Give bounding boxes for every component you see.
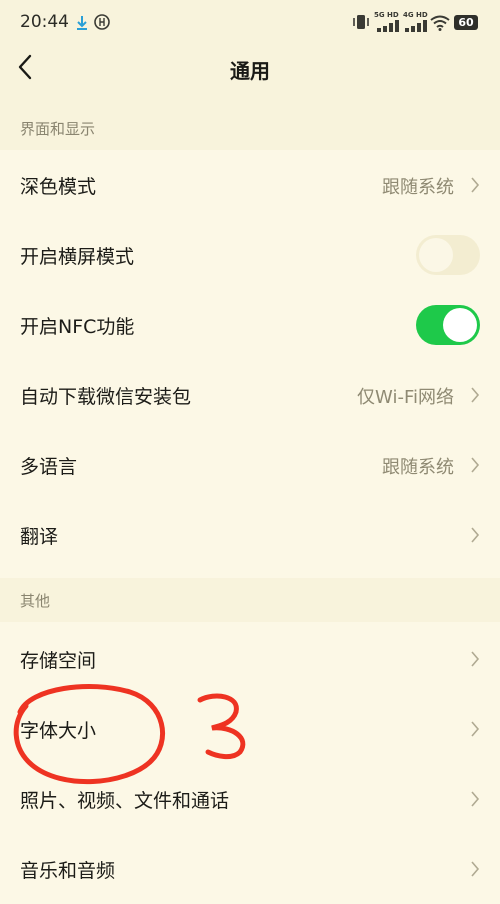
hd-circle-icon — [94, 14, 110, 30]
status-bar: 20:44 5G HD 4G HD 60 — [0, 0, 500, 46]
landscape-mode-row: 开启横屏模式 — [0, 220, 500, 290]
network-5g-label: 5G HD — [374, 11, 399, 19]
signal-icon — [405, 20, 427, 32]
toggle-knob — [419, 238, 453, 272]
nfc-label: 开启NFC功能 — [20, 316, 135, 338]
section-header-other: 其他 — [0, 578, 500, 622]
section-header-label: 其他 — [20, 592, 51, 610]
section-header-label: 界面和显示 — [20, 120, 96, 138]
battery-level: 60 — [458, 16, 474, 29]
signal-icon — [377, 20, 399, 32]
toggle-knob — [443, 308, 477, 342]
nfc-row: 开启NFC功能 — [0, 290, 500, 360]
language-label: 多语言 — [20, 456, 78, 478]
vibrate-icon — [353, 15, 369, 29]
wifi-icon — [430, 15, 450, 31]
nfc-toggle[interactable] — [416, 305, 480, 345]
chevron-right-icon — [471, 721, 480, 737]
dark-mode-label: 深色模式 — [20, 176, 97, 198]
language-value: 跟随系统 — [382, 457, 454, 478]
translate-row[interactable]: 翻译 — [0, 500, 500, 570]
landscape-mode-label: 开启横屏模式 — [20, 246, 135, 268]
nav-bar: 通用 — [0, 46, 500, 106]
chevron-right-icon — [471, 387, 480, 403]
chevron-right-icon — [471, 177, 480, 193]
landscape-mode-toggle[interactable] — [416, 235, 480, 275]
auto-download-value: 仅Wi-Fi网络 — [357, 387, 454, 408]
media-label: 照片、视频、文件和通话 — [20, 790, 230, 812]
font-size-label: 字体大小 — [20, 720, 97, 742]
storage-row[interactable]: 存储空间 — [0, 624, 500, 694]
section-header-display: 界面和显示 — [0, 106, 500, 150]
chevron-right-icon — [471, 527, 480, 543]
chevron-right-icon — [471, 457, 480, 473]
auto-download-row[interactable]: 自动下载微信安装包 仅Wi-Fi网络 — [0, 360, 500, 430]
network-4g-label: 4G HD — [403, 11, 428, 19]
auto-download-label: 自动下载微信安装包 — [20, 386, 192, 408]
page-title: 通用 — [230, 59, 270, 83]
dark-mode-row[interactable]: 深色模式 跟随系统 — [0, 150, 500, 220]
chevron-right-icon — [471, 861, 480, 877]
dark-mode-value: 跟随系统 — [382, 177, 454, 198]
music-row[interactable]: 音乐和音频 — [0, 834, 500, 904]
music-label: 音乐和音频 — [20, 860, 116, 882]
download-icon — [77, 16, 87, 30]
media-row[interactable]: 照片、视频、文件和通话 — [0, 764, 500, 834]
chevron-right-icon — [471, 651, 480, 667]
storage-label: 存储空间 — [20, 650, 97, 672]
status-time: 20:44 — [20, 12, 69, 32]
chevron-right-icon — [471, 791, 480, 807]
translate-label: 翻译 — [20, 526, 59, 548]
font-size-row[interactable]: 字体大小 — [0, 694, 500, 764]
battery-icon: 60 — [454, 15, 478, 30]
language-row[interactable]: 多语言 跟随系统 — [0, 430, 500, 500]
